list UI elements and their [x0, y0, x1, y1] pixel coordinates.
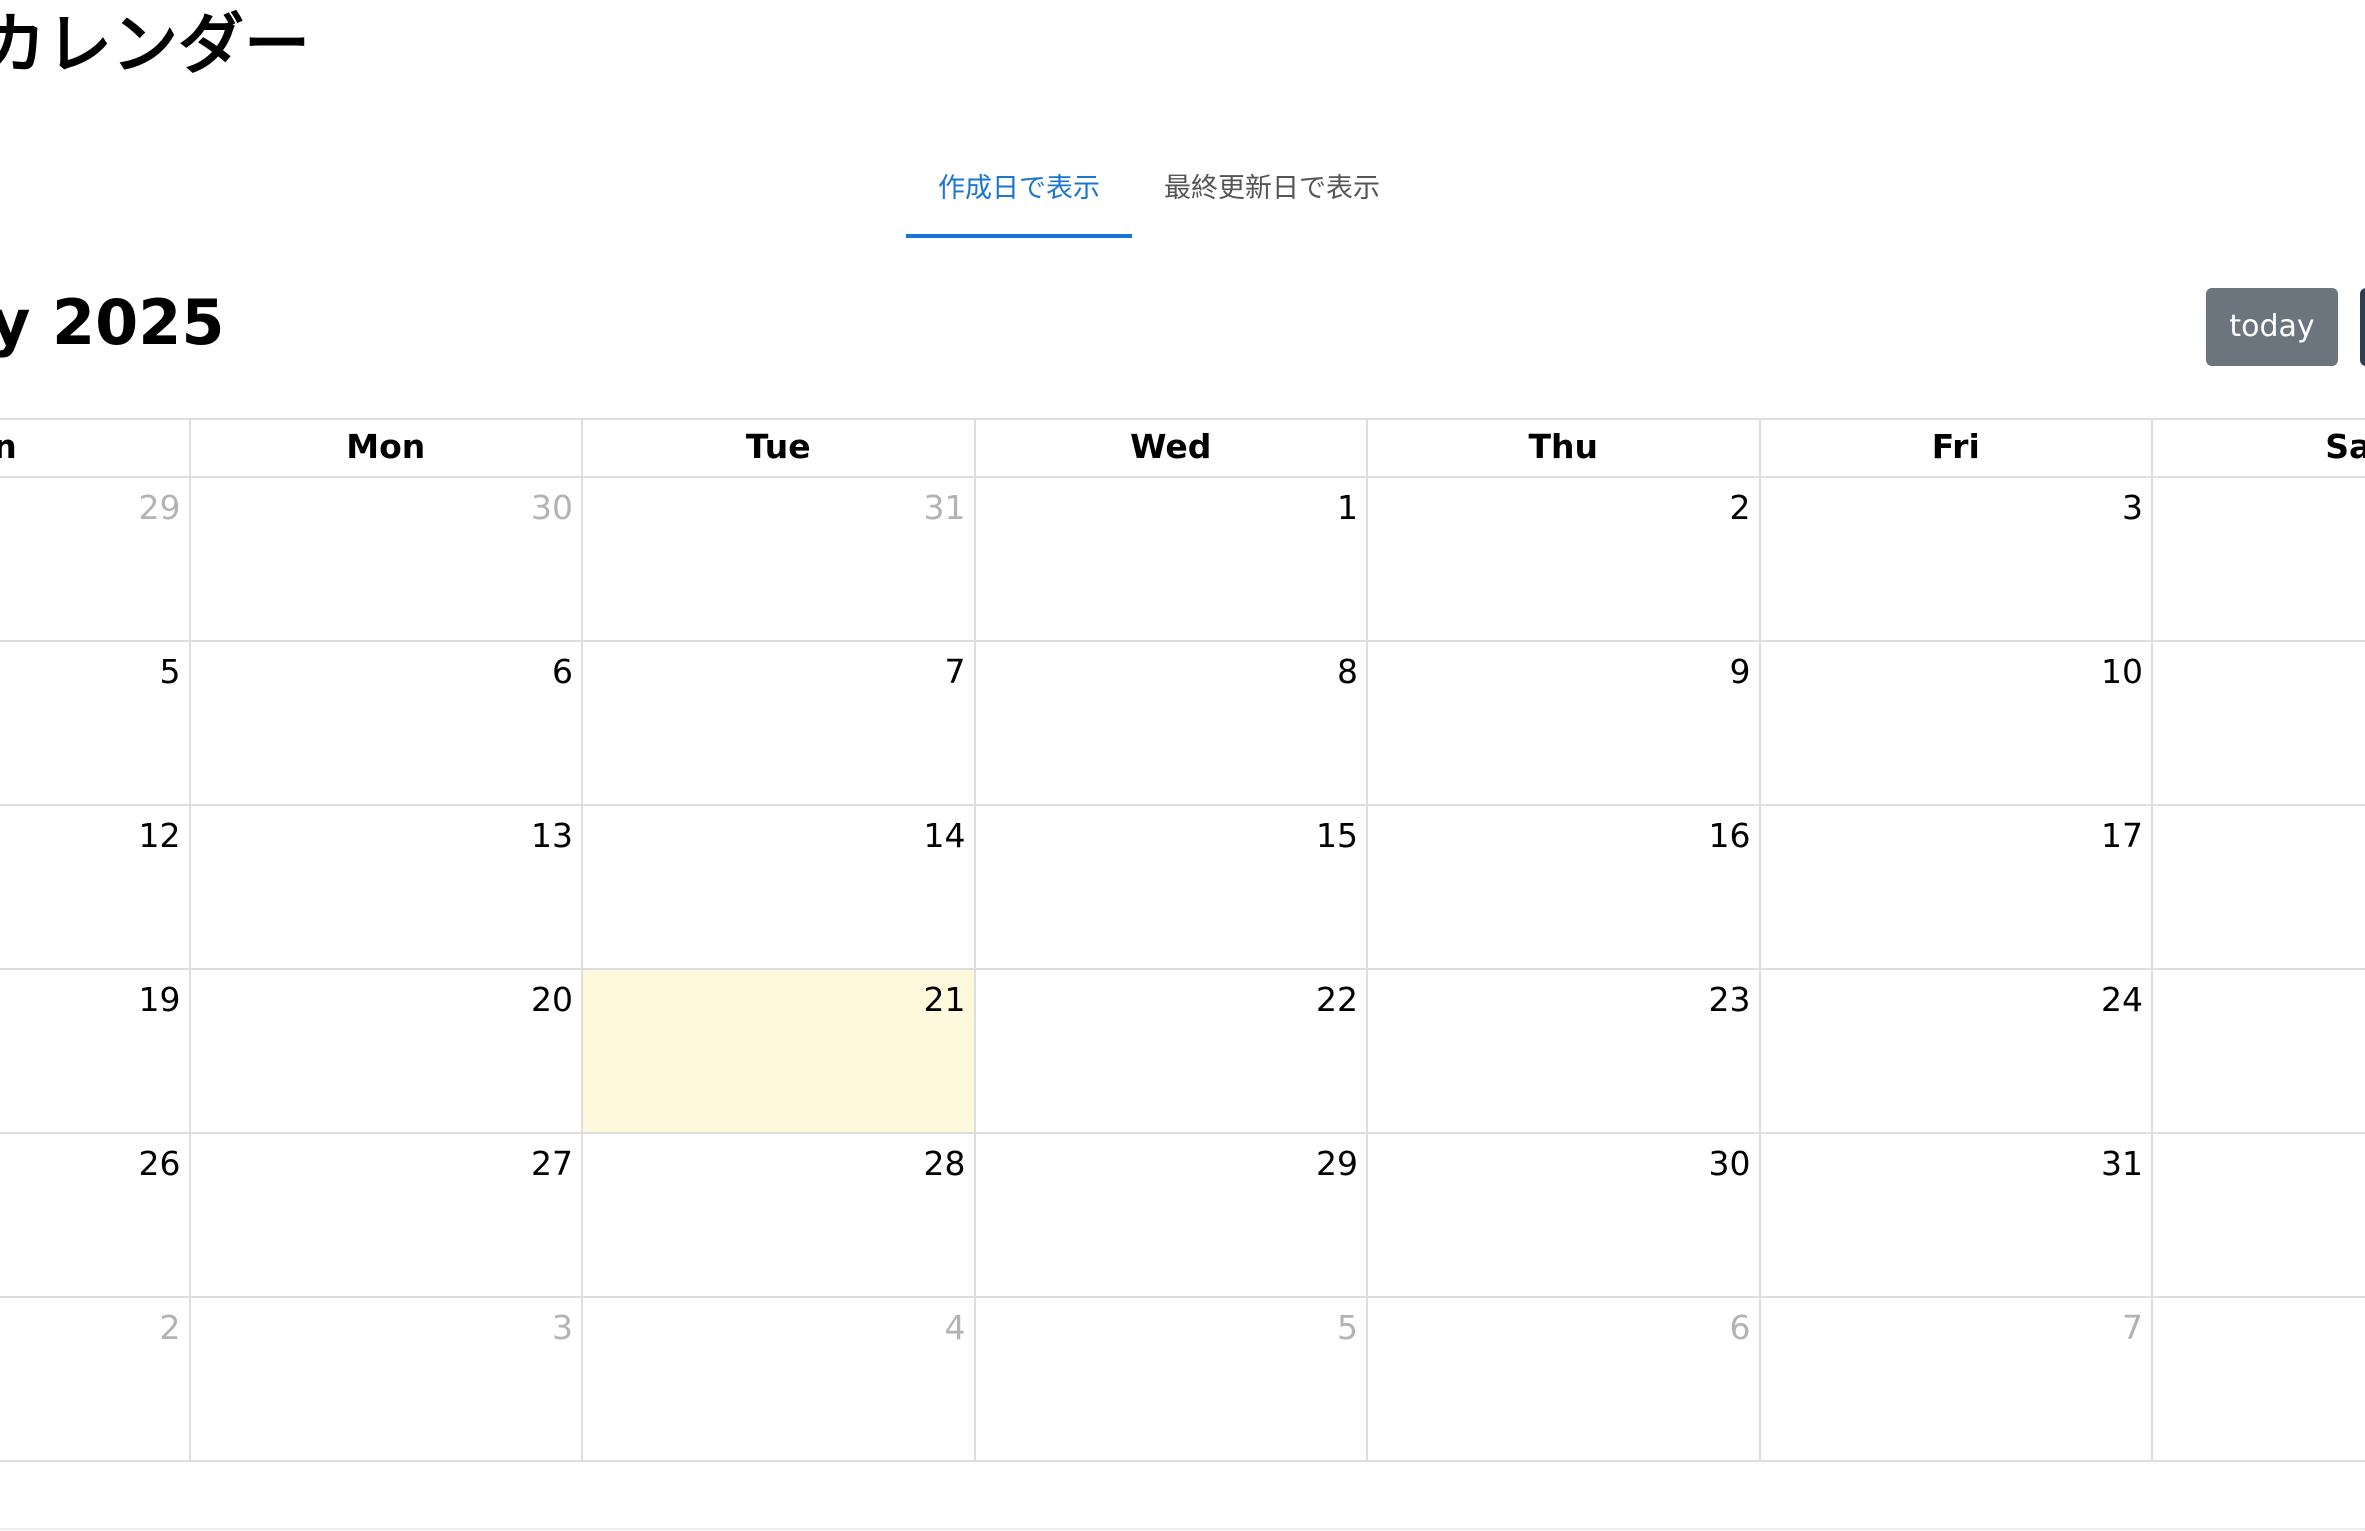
weekday-header: Mon [190, 420, 583, 478]
day-number[interactable]: 31 [2101, 1144, 2143, 1184]
day-cell[interactable]: 26 [0, 1134, 191, 1298]
day-number[interactable]: 2 [1730, 488, 1751, 528]
day-cell[interactable]: 16 [1368, 806, 1761, 970]
day-cell[interactable]: 6 [1368, 1298, 1761, 1462]
day-cell-today[interactable]: 21 [583, 970, 976, 1134]
day-number[interactable]: 24 [2101, 980, 2143, 1020]
day-number[interactable]: 6 [1730, 1308, 1751, 1348]
day-cell[interactable]: 15 [975, 806, 1368, 970]
day-cell[interactable]: 24 [1760, 970, 2153, 1134]
page-title: カレンダー [0, 6, 310, 83]
day-cell[interactable]: 3 [1760, 478, 2153, 642]
day-cell[interactable] [2153, 642, 2365, 806]
calendar-grid: unMonTueWedThuFriSa293031123567891012131… [0, 420, 2365, 1462]
day-cell[interactable]: 12 [0, 806, 191, 970]
day-number[interactable]: 14 [924, 816, 966, 856]
tab-created-date[interactable]: 作成日で表示 [906, 156, 1132, 238]
day-number[interactable]: 23 [1709, 980, 1751, 1020]
day-number[interactable]: 5 [160, 652, 181, 692]
day-number[interactable]: 7 [945, 652, 966, 692]
day-cell[interactable] [2153, 478, 2365, 642]
day-cell[interactable]: 30 [1368, 1134, 1761, 1298]
day-number[interactable]: 27 [531, 1144, 573, 1184]
day-cell[interactable]: 29 [975, 1134, 1368, 1298]
day-number[interactable]: 4 [945, 1308, 966, 1348]
day-cell[interactable] [2153, 1134, 2365, 1298]
day-number[interactable]: 21 [924, 980, 966, 1020]
day-cell[interactable] [2153, 1298, 2365, 1462]
day-cell[interactable]: 29 [0, 478, 191, 642]
day-number[interactable]: 30 [1709, 1144, 1751, 1184]
day-cell[interactable]: 31 [1760, 1134, 2153, 1298]
day-cell[interactable]: 7 [1760, 1298, 2153, 1462]
day-cell[interactable]: 10 [1760, 642, 2153, 806]
day-cell[interactable]: 9 [1368, 642, 1761, 806]
day-number[interactable]: 16 [1709, 816, 1751, 856]
day-number[interactable]: 22 [1316, 980, 1358, 1020]
day-number[interactable]: 12 [139, 816, 181, 856]
month-title: y 2025 [0, 286, 225, 359]
day-cell[interactable] [2153, 970, 2365, 1134]
weekday-header: Tue [583, 420, 976, 478]
day-number[interactable]: 13 [531, 816, 573, 856]
day-cell[interactable]: 2 [1368, 478, 1761, 642]
day-cell[interactable]: 5 [975, 1298, 1368, 1462]
day-number[interactable]: 29 [139, 488, 181, 528]
weekday-header: Fri [1760, 420, 2153, 478]
day-cell[interactable]: 14 [583, 806, 976, 970]
day-number[interactable]: 15 [1316, 816, 1358, 856]
month-calendar: unMonTueWedThuFriSa293031123567891012131… [0, 418, 2365, 1462]
day-cell[interactable]: 23 [1368, 970, 1761, 1134]
day-cell[interactable]: 22 [975, 970, 1368, 1134]
day-number[interactable]: 2 [160, 1308, 181, 1348]
day-cell[interactable]: 2 [0, 1298, 191, 1462]
day-number[interactable]: 9 [1730, 652, 1751, 692]
day-number[interactable]: 19 [139, 980, 181, 1020]
day-number[interactable]: 26 [139, 1144, 181, 1184]
weekday-header: Wed [975, 420, 1368, 478]
day-cell[interactable]: 6 [190, 642, 583, 806]
tab-last-updated-date[interactable]: 最終更新日で表示 [1132, 156, 1412, 234]
day-number[interactable]: 3 [552, 1308, 573, 1348]
weekday-header: Thu [1368, 420, 1761, 478]
day-number[interactable]: 10 [2101, 652, 2143, 692]
day-number[interactable]: 17 [2101, 816, 2143, 856]
day-cell[interactable] [2153, 806, 2365, 970]
day-cell[interactable]: 4 [583, 1298, 976, 1462]
day-number[interactable]: 8 [1337, 652, 1358, 692]
nav-button-group-edge[interactable] [2360, 288, 2365, 366]
day-cell[interactable]: 17 [1760, 806, 2153, 970]
day-number[interactable]: 7 [2122, 1308, 2143, 1348]
day-cell[interactable]: 27 [190, 1134, 583, 1298]
day-cell[interactable]: 20 [190, 970, 583, 1134]
day-number[interactable]: 30 [531, 488, 573, 528]
day-cell[interactable]: 31 [583, 478, 976, 642]
day-number[interactable]: 6 [552, 652, 573, 692]
calendar-page: カレンダー 作成日で表示 最終更新日で表示 y 2025 today unMon… [0, 0, 2365, 1531]
day-number[interactable]: 20 [531, 980, 573, 1020]
view-tabs: 作成日で表示 最終更新日で表示 [906, 156, 1412, 238]
day-cell[interactable]: 19 [0, 970, 191, 1134]
divider [0, 1528, 2365, 1530]
day-number[interactable]: 3 [2122, 488, 2143, 528]
day-cell[interactable]: 1 [975, 478, 1368, 642]
day-number[interactable]: 1 [1337, 488, 1358, 528]
day-cell[interactable]: 7 [583, 642, 976, 806]
day-number[interactable]: 5 [1337, 1308, 1358, 1348]
weekday-header: un [0, 420, 191, 478]
day-cell[interactable]: 5 [0, 642, 191, 806]
weekday-header: Sa [2153, 420, 2365, 478]
day-cell[interactable]: 3 [190, 1298, 583, 1462]
day-number[interactable]: 28 [924, 1144, 966, 1184]
day-cell[interactable]: 30 [190, 478, 583, 642]
today-button[interactable]: today [2206, 288, 2338, 366]
day-number[interactable]: 31 [924, 488, 966, 528]
day-cell[interactable]: 8 [975, 642, 1368, 806]
day-cell[interactable]: 13 [190, 806, 583, 970]
day-number[interactable]: 29 [1316, 1144, 1358, 1184]
day-cell[interactable]: 28 [583, 1134, 976, 1298]
